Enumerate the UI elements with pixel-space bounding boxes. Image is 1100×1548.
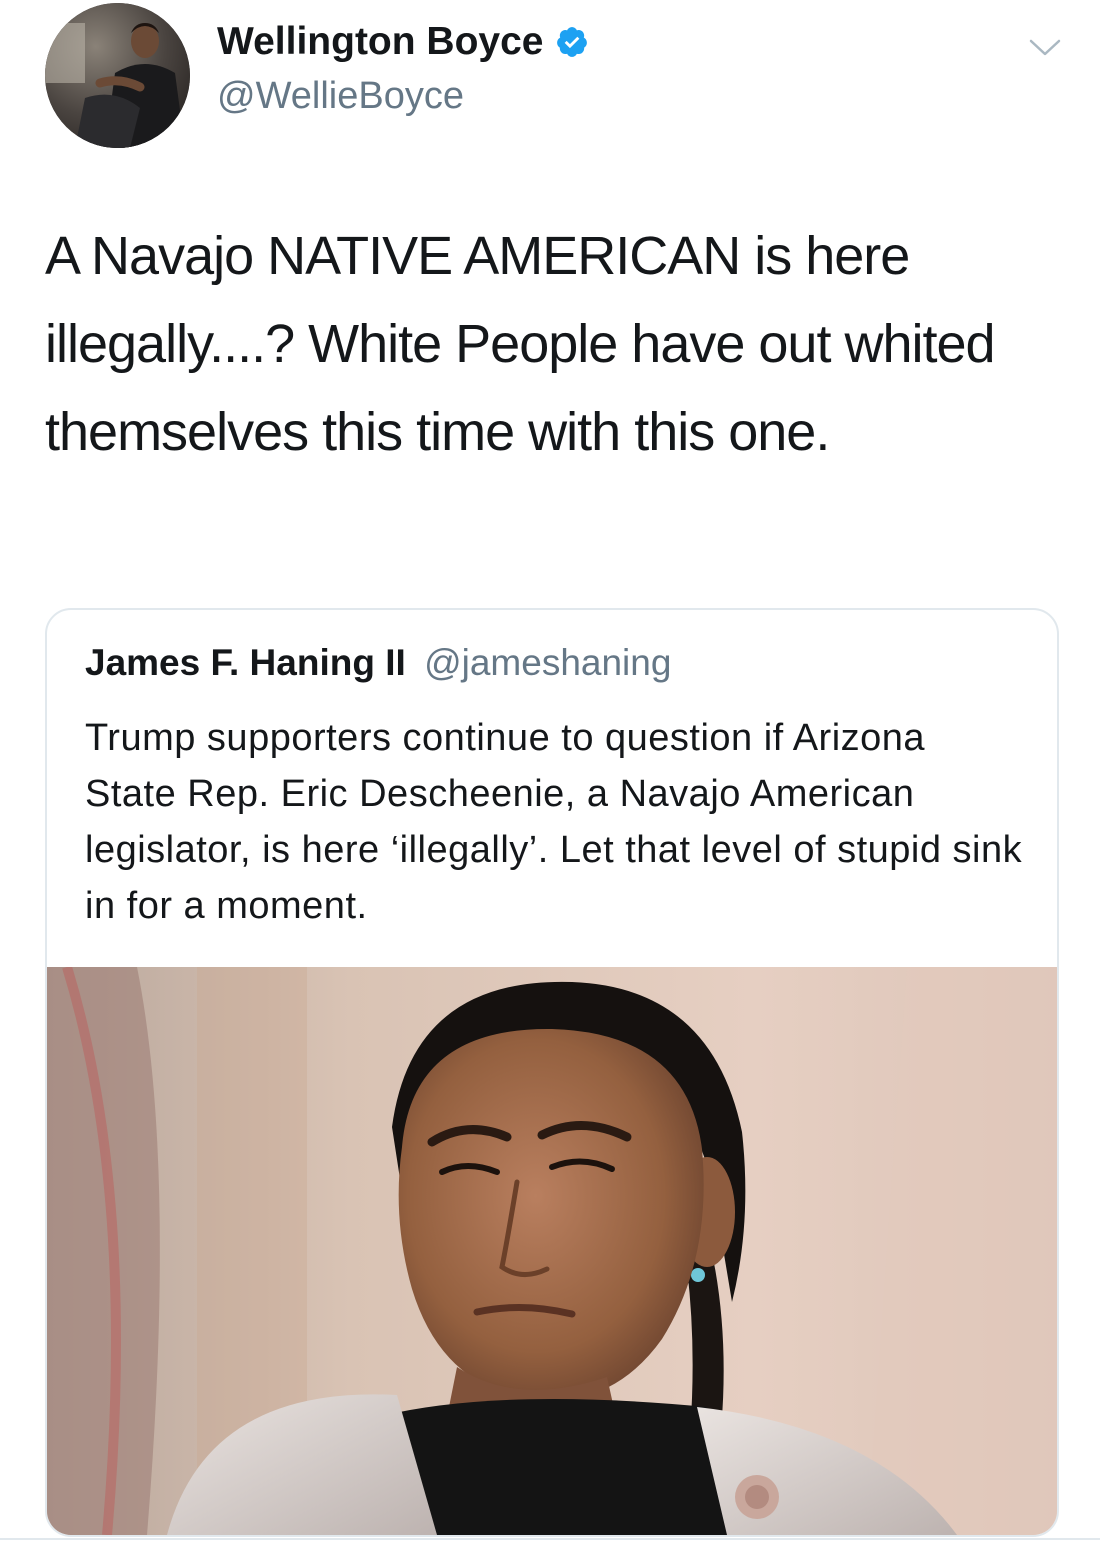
quoted-author-name: James F. Haning II [85,642,406,683]
author-avatar[interactable] [45,3,190,148]
user-avatar-photo [45,3,190,148]
quoted-tweet-text: Trump supporters continue to question if… [85,717,1023,927]
author-name[interactable]: Wellington Boyce [217,20,589,64]
chevron-down-icon[interactable] [1028,36,1062,60]
author-handle[interactable]: @WellieBoyce [217,75,464,118]
quoted-tweet-media[interactable] [47,967,1057,1535]
quoted-author-handle: @jameshaning [424,642,672,683]
tweet: Wellington Boyce @WellieBoyce A Navajo N… [0,0,1100,1548]
tweet-text: A Navajo NATIVE AMERICAN is here illegal… [45,226,996,462]
quoted-tweet-header: James F. Haning II @jameshaning [85,642,671,684]
portrait-photo [47,967,1057,1535]
verified-badge-icon [557,27,588,57]
author-name-text: Wellington Boyce [217,20,544,63]
tweet-divider [0,1538,1100,1540]
quoted-tweet[interactable]: James F. Haning II @jameshaning Trump su… [45,608,1059,1537]
